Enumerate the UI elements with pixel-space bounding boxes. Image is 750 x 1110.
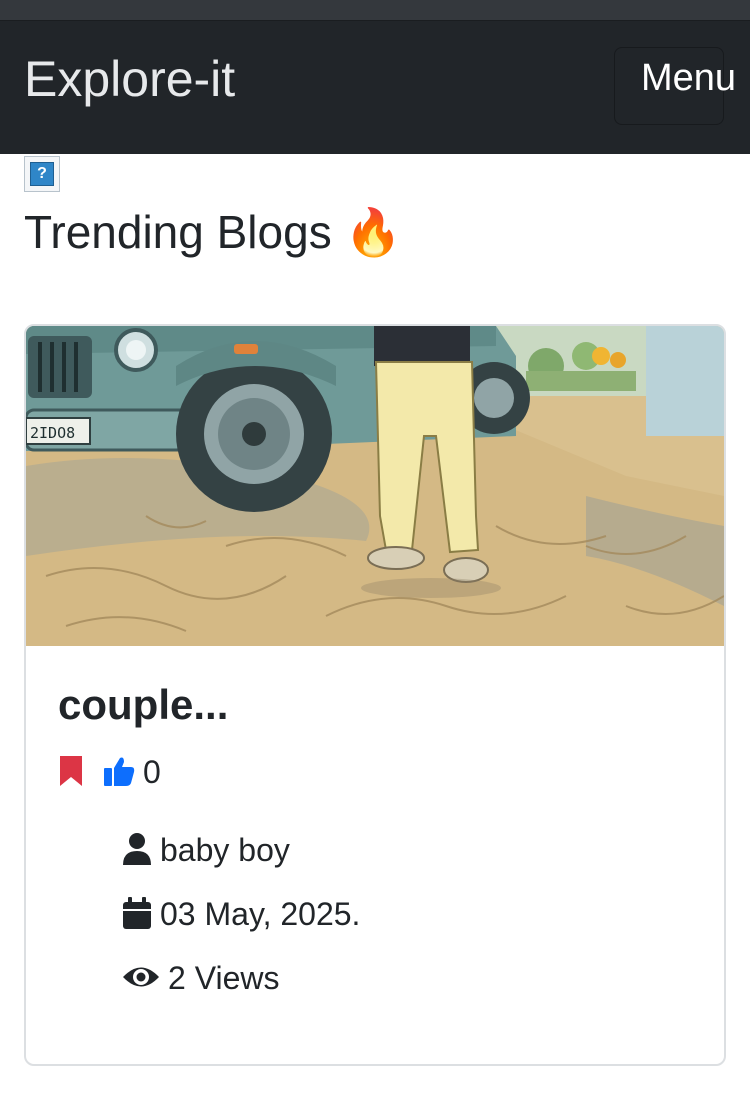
brand-link[interactable]: Explore-it (24, 49, 235, 109)
view-count: 2 Views (168, 960, 280, 996)
author-name: baby boy (160, 832, 290, 868)
blog-cover-image[interactable]: 2IDO8 (26, 326, 724, 646)
broken-image: ? (24, 156, 60, 192)
browser-top-strip (0, 0, 750, 21)
blog-card[interactable]: 2IDO8 couple... 0 baby boy 03 May, 2025.… (24, 324, 726, 1066)
section-title: Trending Blogs 🔥 (24, 206, 402, 258)
bookmark-icon[interactable] (58, 754, 84, 788)
thumbs-up-icon[interactable] (102, 754, 136, 788)
license-plate-text: 2IDO8 (30, 424, 75, 442)
menu-button-label: Menu (641, 57, 737, 99)
user-icon (123, 833, 151, 865)
calendar-icon (123, 897, 151, 929)
menu-button[interactable]: Menu (614, 47, 736, 125)
eye-icon (123, 967, 159, 987)
like-count: 0 (143, 754, 161, 790)
post-title[interactable]: couple... (58, 680, 228, 730)
navbar: Explore-it Menu (0, 21, 750, 154)
post-date: 03 May, 2025. (160, 896, 361, 932)
question-icon: ? (30, 162, 54, 186)
